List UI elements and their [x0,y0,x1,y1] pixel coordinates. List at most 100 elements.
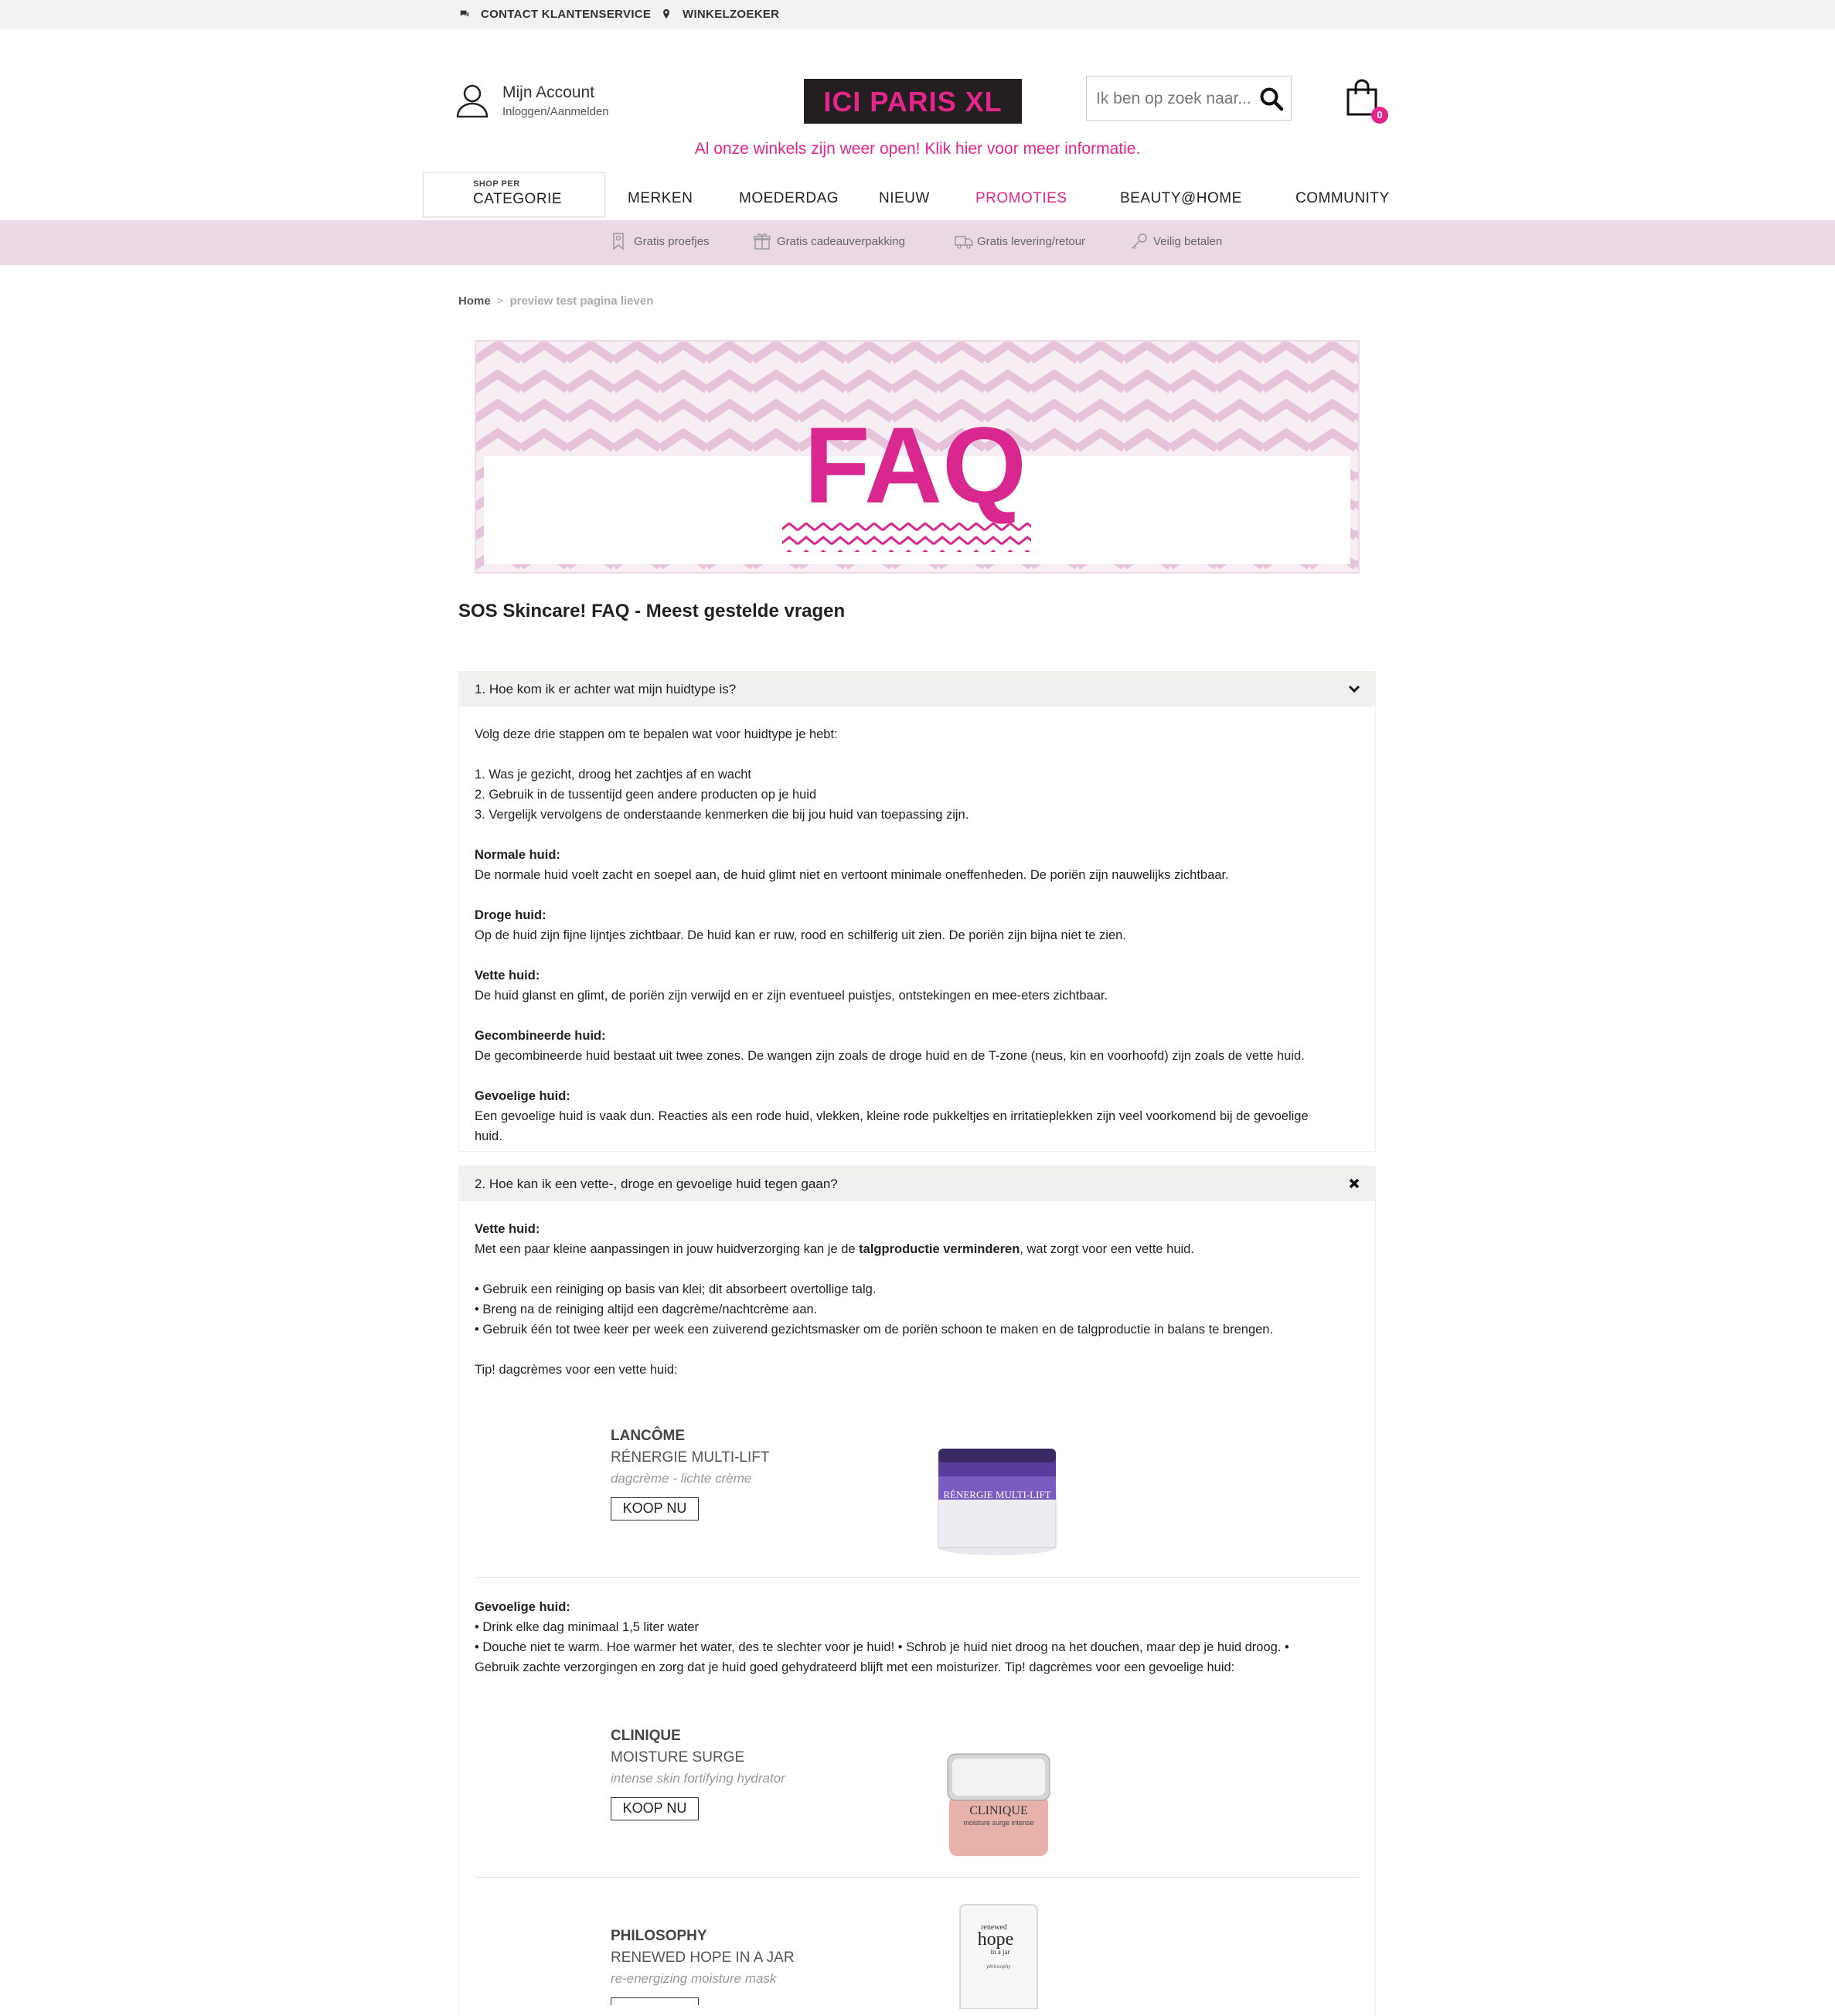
delivery-truck-icon [955,236,973,249]
usp-free-delivery-label: Gratis levering/retour [977,235,1086,248]
shop-by-category-button[interactable]: SHOP PER CATEGORIE [423,172,605,217]
usp-gift-wrap: Gratis cadeauverpakking [754,233,905,250]
oily-skin-title: Vette huid: [475,1222,540,1236]
breadcrumb-home[interactable]: Home [458,295,491,308]
skin-type-text: De huid glanst en glimt, de poriën zijn … [475,989,1108,1003]
buy-now-button[interactable]: KOOP NU [611,1497,699,1521]
oily-skin-text: Met een paar kleine aanpassingen in jouw… [475,1239,1194,1259]
page-title: SOS Skincare! FAQ - Meest gestelde vrage… [458,601,846,621]
search-box [1086,76,1292,121]
product-divider [475,1877,1360,1878]
skin-type-text: De normale huid voelt zacht en soepel aa… [475,868,1229,882]
store-locator-label: WINKELZOEKER [683,8,780,21]
skin-type-text-cont: huid. [475,1129,502,1143]
product-description: re-energizing moisture mask [611,1971,777,1986]
oily-bullet: • Gebruik één tot twee keer per week een… [475,1323,1274,1337]
sensitive-line: • Douche niet te warm. Hoe warmer het wa… [475,1640,1289,1654]
product-name: RÉNERGIE MULTI-LIFT [611,1449,770,1466]
usp-free-samples: Gratis proefjes [613,233,710,250]
product-label-text: RÉNERGIE MULTI-LIFT [943,1489,1050,1500]
product-image-philosophy[interactable]: renewed hope in a jar philosophy [955,1903,1042,2009]
contact-link[interactable]: CONTACT KLANTENSERVICE [459,8,651,21]
chat-icon [460,10,469,17]
cart-count-badge: 0 [1371,107,1388,124]
nav-item-beauty-at-home[interactable]: BEAUTY@HOME [1120,190,1242,207]
sample-tag-icon [613,233,624,250]
sensitive-line: Gebruik zachte verzorgingen en zorg dat … [475,1660,1235,1674]
oily-bullet: • Breng na de reiniging altijd een dagcr… [475,1303,818,1316]
contact-label: CONTACT KLANTENSERVICE [481,8,652,21]
faq-banner-graphic: FAQ [473,339,1361,575]
usp-secure-payment: Veilig betalen [1132,233,1223,250]
product-description: intense skin fortifying hydrator [611,1771,785,1786]
cart-button[interactable]: 0 [1345,77,1388,124]
product-brand: LANCÔME [611,1428,686,1444]
sensitive-skin-title: Gevoelige huid: [475,1600,570,1614]
skin-type-text: Op de huid zijn fijne lijntjes zichtbaar… [475,928,1126,942]
category-label: CATEGORIE [473,191,562,207]
product-label-brand: philosophy [986,1963,1012,1970]
faq-item-1-question: 1. Hoe kom ik er achter wat mijn huidtyp… [475,682,737,696]
search-input[interactable] [1087,77,1252,121]
product-image-lancome[interactable]: RÉNERGIE MULTI-LIFT [935,1446,1059,1558]
buy-now-button[interactable] [611,1997,699,2005]
search-icon[interactable] [1258,86,1285,112]
faq-item-2: 2. Hoe kan ik een vette-, droge en gevoe… [458,1166,1376,2016]
product-brand: PHILOSOPHY [611,1928,707,1944]
usp-free-delivery: Gratis levering/retour [955,235,1086,249]
product-name: MOISTURE SURGE [611,1749,745,1766]
nav-item-nieuw[interactable]: NIEUW [879,190,930,207]
usp-bar: Gratis proefjes Gratis cadeauverpakking … [0,220,1835,265]
faq-banner: FAQ [473,339,1361,575]
store-locator-link[interactable]: WINKELZOEKER [661,8,779,21]
product-label-text: hope [978,1929,1014,1950]
nav-item-community[interactable]: COMMUNITY [1295,190,1390,207]
skin-type-title: Gecombineerde huid: [475,1029,606,1043]
faq-item-2-header[interactable]: 2. Hoe kan ik een vette-, droge en gevoe… [459,1166,1375,1201]
answer-intro: Volg deze drie stappen om te bepalen wat… [475,727,838,741]
skin-type-title: Normale huid: [475,848,560,862]
product-name: RENEWED HOPE IN A JAR [611,1950,795,1966]
breadcrumb-current: preview test pagina lieven [509,295,654,308]
product-label-text: CLINIQUE [969,1804,1028,1817]
faq-item-1-header[interactable]: 1. Hoe kom ik er achter wat mijn huidtyp… [459,672,1375,707]
answer-step: 3. Vergelijk vervolgens de onderstaande … [475,808,969,822]
nav-item-moederdag[interactable]: MOEDERDAG [739,190,839,207]
close-icon[interactable] [1347,1177,1361,1190]
map-pin-icon [663,9,669,19]
account-subtitle: Inloggen/Aanmelden [502,105,609,118]
usp-gift-wrap-label: Gratis cadeauverpakking [777,235,905,248]
product-label-subtext: moisture surge intense [963,1819,1033,1827]
sensitive-line: • Drink elke dag minimaal 1,5 liter wate… [475,1620,700,1634]
product-label-bottom: in a jar [991,1948,1010,1956]
faq-item-2-question: 2. Hoe kan ik een vette-, droge en gevoe… [475,1177,838,1191]
utility-bar: CONTACT KLANTENSERVICE WINKELZOEKER [0,0,1835,29]
product-image-clinique[interactable]: CLINIQUE moisture surge intense [945,1751,1053,1859]
faq-banner-text: FAQ [804,404,1026,526]
breadcrumb-separator: > [496,295,504,308]
gift-icon [754,233,771,250]
nav-item-merken[interactable]: MERKEN [628,190,693,207]
site-logo[interactable]: ICI PARIS XL [804,79,1022,124]
nav-item-promoties[interactable]: PROMOTIES [975,190,1067,207]
usp-secure-payment-label: Veilig betalen [1153,235,1223,248]
main-navigation: SHOP PER CATEGORIE MERKEN MOEDERDAG NIEU… [0,143,1835,220]
oily-text-post: , wat zorgt voor een vette huid. [1020,1242,1194,1256]
oily-bullet: • Gebruik een reiniging op basis van kle… [475,1282,877,1296]
skin-type-text: De gecombineerde huid bestaat uit twee z… [475,1049,1305,1063]
oily-text-pre: Met een paar kleine aanpassingen in jouw… [475,1242,860,1256]
buy-now-button[interactable]: KOOP NU [611,1797,699,1820]
answer-step: 1. Was je gezicht, droog het zachtjes af… [475,768,751,782]
user-icon [456,84,489,117]
skin-type-title: Vette huid: [475,969,540,982]
logo-text: ICI PARIS XL [823,86,1003,117]
faq-item-1: 1. Hoe kom ik er achter wat mijn huidtyp… [458,671,1376,1152]
account-title: Mijn Account [502,83,595,101]
chevron-down-icon[interactable] [1347,682,1361,696]
answer-step: 2. Gebruik in de tussentijd geen andere … [475,788,817,802]
key-icon [1132,233,1147,250]
oily-text-bold: talgproductie verminderen [859,1242,1020,1256]
usp-free-samples-label: Gratis proefjes [634,235,710,248]
category-small-label: SHOP PER [473,179,520,189]
product-description: dagcrème - lichte crème [611,1471,752,1486]
